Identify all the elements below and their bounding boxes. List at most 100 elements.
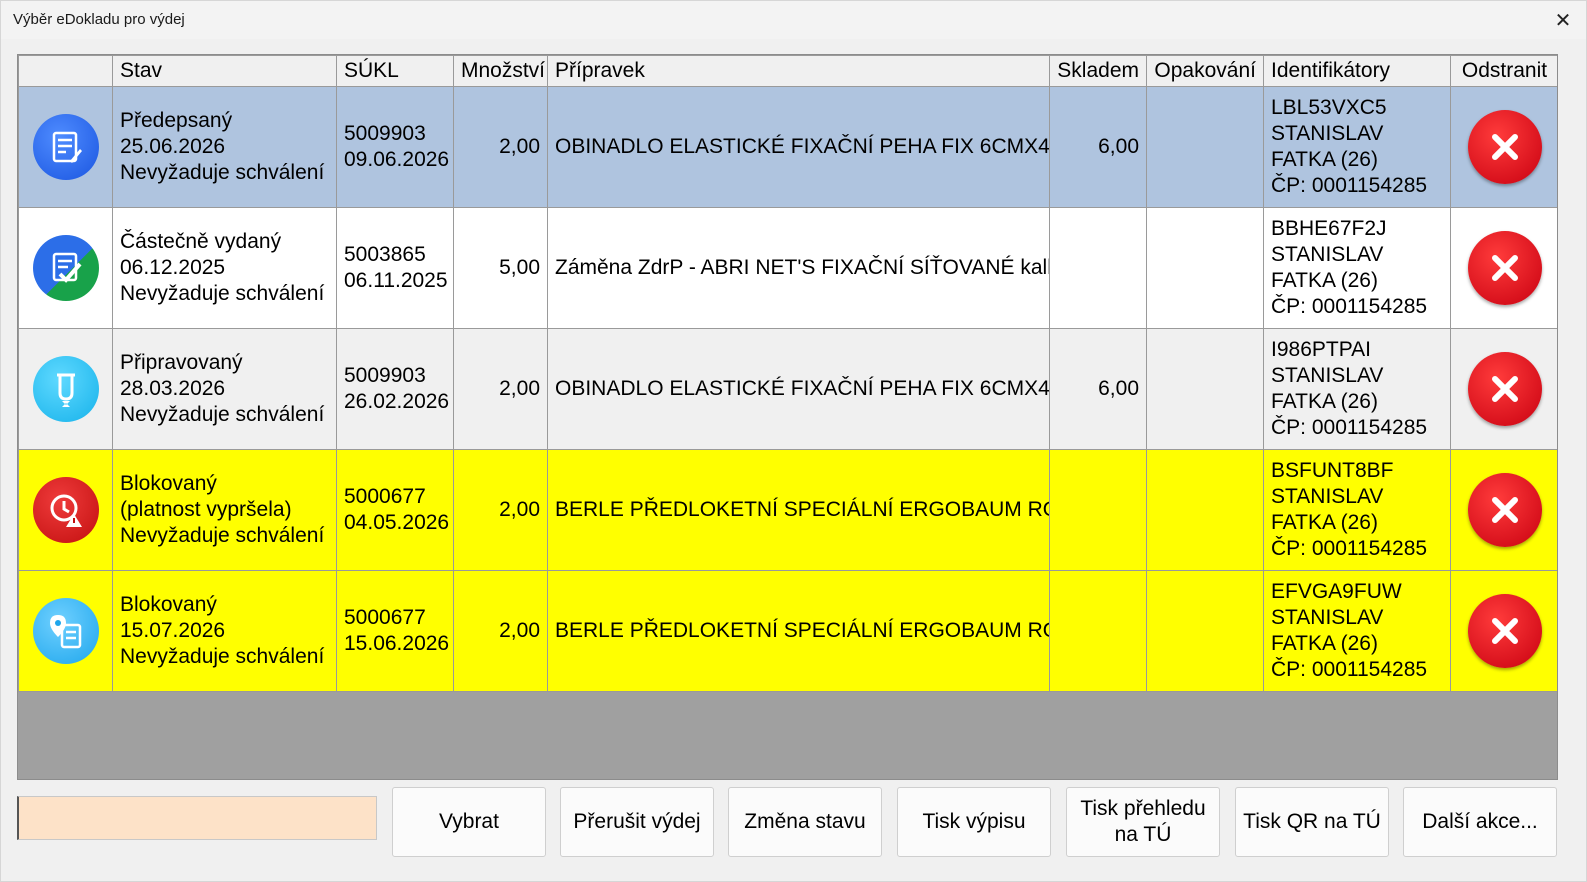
identifiers-cell: BSFUNT8BF STANISLAV FATKA (26) ČP: 00011…: [1263, 449, 1451, 571]
approval-label: Nevyžaduje schválení: [120, 403, 325, 426]
status-cell: Částečně vydaný 06.12.2025 Nevyžaduje sc…: [112, 207, 337, 329]
col-header-opakovani[interactable]: Opakování: [1146, 55, 1264, 87]
id-name: FATKA (26): [1271, 632, 1378, 655]
id-code: BSFUNT8BF: [1271, 459, 1394, 482]
status-icon-cell: [18, 570, 113, 692]
table-row[interactable]: Předepsaný 25.06.2026 Nevyžaduje schvále…: [18, 86, 1557, 208]
interrupt-dispense-button[interactable]: Přerušit výdej: [560, 787, 714, 857]
sukl-date: 26.02.2026: [344, 390, 450, 413]
sukl-code: 5009903: [344, 122, 426, 145]
id-name: FATKA (26): [1271, 148, 1378, 171]
status-icon-cell: [18, 86, 113, 208]
stock-cell: 6,00: [1049, 86, 1147, 208]
print-statement-button[interactable]: Tisk výpisu: [897, 787, 1051, 857]
status-cell: Blokovaný 15.07.2026 Nevyžaduje schválen…: [112, 570, 337, 692]
product-cell: OBINADLO ELASTICKÉ FIXAČNÍ PEHA FIX 6CMX…: [547, 328, 1050, 450]
status-date: 28.03.2026: [120, 377, 226, 400]
delete-cell: [1450, 86, 1557, 208]
col-header-pripravek[interactable]: Přípravek: [547, 55, 1050, 87]
sukl-cell: 5000677 15.06.2026: [336, 570, 454, 692]
scan-input[interactable]: [17, 796, 377, 840]
id-code: I986PTPAI: [1271, 338, 1371, 361]
quantity-cell: 2,00: [453, 570, 548, 692]
title-bar: Výběr eDokladu pro výdej ✕: [1, 1, 1586, 39]
sukl-code: 5003865: [344, 243, 426, 266]
col-header-stav[interactable]: Stav: [112, 55, 337, 87]
sukl-code: 5009903: [344, 364, 426, 387]
more-actions-button[interactable]: Další akce...: [1403, 787, 1557, 857]
status-label: Předepsaný: [120, 109, 233, 132]
delete-button[interactable]: [1467, 231, 1542, 305]
change-status-button[interactable]: Změna stavu: [728, 787, 882, 857]
repeat-cell: [1146, 449, 1264, 571]
dialog-window: Výběr eDokladu pro výdej ✕ Stav SÚKL Mno…: [0, 0, 1587, 882]
repeat-cell: [1146, 328, 1264, 450]
col-header-odstranit[interactable]: Odstranit: [1450, 55, 1557, 87]
quantity-cell: 5,00: [453, 207, 548, 329]
repeat-cell: [1146, 570, 1264, 692]
id-name: STANISLAV: [1271, 122, 1384, 145]
identifiers-cell: LBL53VXC5 STANISLAV FATKA (26) ČP: 00011…: [1263, 86, 1451, 208]
status-label: Připravovaný: [120, 351, 243, 374]
id-cp: ČP: 0001154285: [1271, 174, 1428, 197]
approval-label: Nevyžaduje schválení: [120, 282, 325, 305]
close-icon: [1491, 255, 1518, 281]
table-row[interactable]: Připravovaný 28.03.2026 Nevyžaduje schvá…: [18, 328, 1557, 450]
status-label: Blokovaný: [120, 472, 217, 495]
table-row[interactable]: Blokovaný (platnost vypršela) Nevyžaduje…: [18, 449, 1557, 571]
print-qr-button[interactable]: Tisk QR na TÚ: [1235, 787, 1389, 857]
status-cell: Připravovaný 28.03.2026 Nevyžaduje schvá…: [112, 328, 337, 450]
location-list-icon: [32, 598, 99, 664]
status-date: 06.12.2025: [120, 256, 226, 279]
sukl-date: 06.11.2025: [344, 269, 448, 292]
product-cell: OBINADLO ELASTICKÉ FIXAČNÍ PEHA FIX 6CMX…: [547, 86, 1050, 208]
product-cell: BERLE PŘEDLOKETNÍ SPECIÁLNÍ ERGOBAUM ROY…: [547, 570, 1050, 692]
id-name: STANISLAV: [1271, 364, 1384, 387]
partially-dispensed-icon: [32, 235, 99, 301]
status-icon-cell: [18, 207, 113, 329]
id-cp: ČP: 0001154285: [1271, 416, 1428, 439]
close-icon[interactable]: ✕: [1540, 1, 1586, 39]
status-label: Částečně vydaný: [120, 230, 282, 253]
col-header-skladem[interactable]: Skladem: [1049, 55, 1147, 87]
edoklad-grid: Stav SÚKL Množství Přípravek Skladem Opa…: [17, 54, 1558, 780]
status-date: 15.07.2026: [120, 619, 226, 642]
status-date: 25.06.2026: [120, 135, 226, 158]
quantity-cell: 2,00: [453, 449, 548, 571]
identifiers-cell: I986PTPAI STANISLAV FATKA (26) ČP: 00011…: [1263, 328, 1451, 450]
col-header-identifikatory[interactable]: Identifikátory: [1263, 55, 1451, 87]
identifiers-cell: EFVGA9FUW STANISLAV FATKA (26) ČP: 00011…: [1263, 570, 1451, 692]
table-row[interactable]: Částečně vydaný 06.12.2025 Nevyžaduje sc…: [18, 207, 1557, 329]
stock-cell: [1049, 449, 1147, 571]
sukl-date: 15.06.2026: [344, 632, 450, 655]
delete-button[interactable]: [1467, 352, 1542, 426]
id-name: STANISLAV: [1271, 243, 1384, 266]
status-icon-cell: [18, 449, 113, 571]
stock-cell: 6,00: [1049, 328, 1147, 450]
sukl-code: 5000677: [344, 485, 426, 508]
repeat-cell: [1146, 207, 1264, 329]
id-name: FATKA (26): [1271, 511, 1378, 534]
id-code: EFVGA9FUW: [1271, 580, 1402, 603]
col-header-icon[interactable]: [18, 55, 113, 87]
table-row[interactable]: Blokovaný 15.07.2026 Nevyžaduje schválen…: [18, 570, 1557, 692]
repeat-cell: [1146, 86, 1264, 208]
window-title: Výběr eDokladu pro výdej: [13, 11, 185, 28]
col-header-mnozstvi[interactable]: Množství: [453, 55, 548, 87]
delete-button[interactable]: [1467, 110, 1542, 184]
print-overview-button[interactable]: Tisk přehledu na TÚ: [1066, 787, 1220, 857]
status-label: Blokovaný: [120, 593, 217, 616]
id-cp: ČP: 0001154285: [1271, 537, 1428, 560]
status-cell: Blokovaný (platnost vypršela) Nevyžaduje…: [112, 449, 337, 571]
header-row: Stav SÚKL Množství Přípravek Skladem Opa…: [18, 55, 1557, 87]
prescription-list-icon: [32, 114, 99, 180]
id-name: FATKA (26): [1271, 390, 1378, 413]
select-button[interactable]: Vybrat: [392, 787, 546, 857]
col-header-sukl[interactable]: SÚKL: [336, 55, 454, 87]
stock-cell: [1049, 207, 1147, 329]
delete-cell: [1450, 328, 1557, 450]
product-cell: Záměna ZdrP - ABRI NET'S FIXAČNÍ SÍŤOVAN…: [547, 207, 1050, 329]
product-cell: BERLE PŘEDLOKETNÍ SPECIÁLNÍ ERGOBAUM ROY…: [547, 449, 1050, 571]
delete-button[interactable]: [1467, 473, 1542, 547]
delete-button[interactable]: [1467, 594, 1542, 668]
